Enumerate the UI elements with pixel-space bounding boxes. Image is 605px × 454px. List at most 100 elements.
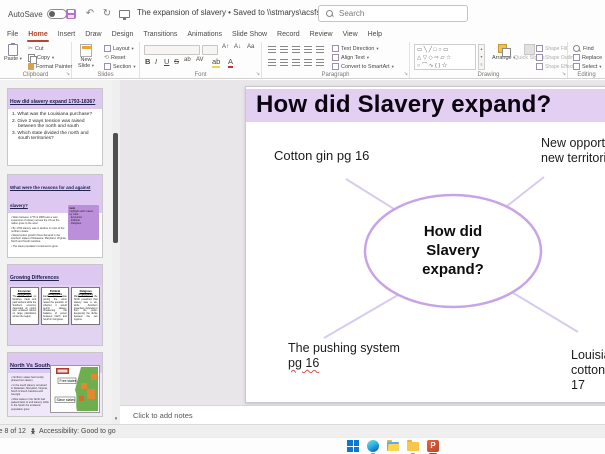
copy-button[interactable]: Copy ▾	[28, 54, 54, 64]
font-name-combo[interactable]	[144, 45, 200, 55]
dialog-launcher-icon[interactable]: ↘	[562, 71, 566, 77]
bold-button[interactable]: B	[145, 57, 150, 66]
thumbnail-slide-3[interactable]: Growing Differences Economic differences…	[7, 264, 103, 346]
autosave-toggle[interactable]	[46, 9, 67, 19]
select-button[interactable]: Select ▾	[573, 63, 602, 70]
thumbnail-slide-1[interactable]: How did slavery expand 1793-1836? 1. Wha…	[7, 88, 103, 166]
save-icon[interactable]	[66, 9, 76, 19]
numbered-list-icon[interactable]	[280, 46, 288, 53]
tab-slide-show[interactable]: Slide Show	[227, 28, 272, 42]
layout-button[interactable]: Layout ▾	[104, 45, 134, 52]
tab-record[interactable]: Record	[272, 28, 305, 42]
dialog-launcher-icon[interactable]: ↘	[256, 71, 260, 77]
tab-home[interactable]: Home	[23, 28, 52, 42]
shrink-font-button[interactable]: A↓	[234, 44, 241, 50]
format-painter-button[interactable]: Format Painter	[28, 63, 72, 70]
tab-view[interactable]: View	[338, 28, 363, 42]
align-center-icon[interactable]	[280, 59, 288, 66]
reset-button[interactable]: ⟲ Reset	[104, 54, 125, 62]
connector-line[interactable]	[506, 176, 545, 207]
shape-row[interactable]: ▭ ╲ ╱ □ ○ ▭	[417, 46, 473, 54]
node-louisiana[interactable]: Louisiana and the cotton kingdom pg 17	[571, 348, 605, 393]
group-paragraph: Text Direction ▾ Align Text ▾ Convert to…	[262, 42, 410, 78]
tab-review[interactable]: Review	[305, 28, 338, 42]
text-direction-button[interactable]: Text Direction ▾	[332, 45, 379, 52]
decrease-indent-icon[interactable]	[292, 46, 300, 53]
touch-mode-icon[interactable]	[119, 10, 130, 20]
thumbnail-scrollbar[interactable]	[112, 80, 120, 425]
tab-design[interactable]: Design	[107, 28, 139, 42]
shape-gallery-scroll[interactable]: ▴ ▾ ≡	[478, 44, 485, 70]
dialog-launcher-icon[interactable]: ↘	[66, 71, 70, 77]
thumbnail-slide-4[interactable]: North Vs South Northern states had mostl…	[7, 352, 103, 417]
accessibility-status[interactable]: Accessibility: Good to go	[30, 428, 116, 435]
align-left-icon[interactable]	[268, 59, 276, 66]
character-spacing-button[interactable]: AV	[196, 57, 204, 63]
paste-button[interactable]: Paste ▾	[4, 43, 22, 62]
font-color-button[interactable]: A	[228, 57, 234, 68]
justify-icon[interactable]	[304, 59, 312, 66]
search-input[interactable]: Search	[318, 5, 468, 22]
powerpoint-taskbar-button[interactable]: P	[426, 439, 440, 454]
convert-smartart-button[interactable]: Convert to SmartArt ▾	[332, 63, 394, 70]
task-box: task highlight each reason by color: - E…	[68, 205, 99, 240]
connector-line[interactable]	[323, 294, 399, 339]
tab-transitions[interactable]: Transitions	[138, 28, 182, 42]
shape-fill-button[interactable]: Shape Fill	[536, 45, 567, 52]
chevron-down-icon: ▾	[19, 56, 22, 61]
find-button[interactable]: Find	[573, 45, 594, 53]
thumbnail-scrollbar-thumb[interactable]	[113, 133, 118, 243]
undo-icon[interactable]: ↶	[84, 8, 96, 20]
shape-row[interactable]: ○ ⌒ ∿ { } ☆	[417, 62, 473, 69]
tab-insert[interactable]: Insert	[53, 28, 81, 42]
italic-button[interactable]: I	[155, 57, 157, 66]
node-new-opportunities[interactable]: New opportunities in new territories	[541, 136, 605, 166]
dialog-launcher-icon[interactable]: ↘	[404, 71, 408, 77]
new-slide-button[interactable]: New Slide ▾	[78, 44, 94, 69]
center-ellipse-text[interactable]: How did Slavery expand?	[365, 222, 541, 279]
shape-row[interactable]: △ ▽ ◇ ⇨ ▱ ☆	[417, 54, 473, 62]
increase-indent-icon[interactable]	[304, 46, 312, 53]
redo-icon[interactable]: ↻	[101, 8, 113, 20]
chevron-down-icon: ▾	[133, 63, 136, 69]
edge-browser-button[interactable]	[366, 439, 380, 454]
notes-pane[interactable]: Click to add notes	[120, 405, 605, 424]
section-button[interactable]: Section ▾	[104, 63, 136, 70]
chevron-down-icon: ▾	[131, 45, 134, 51]
align-right-icon[interactable]	[292, 59, 300, 66]
font-size-combo[interactable]	[202, 45, 218, 55]
line-spacing-icon[interactable]	[316, 46, 324, 53]
node-cotton-gin[interactable]: Cotton gin pg 16	[274, 148, 369, 163]
grow-font-button[interactable]: A↑	[222, 44, 229, 50]
tab-help[interactable]: Help	[363, 28, 387, 42]
scroll-down-arrow-icon[interactable]: ▾	[112, 415, 120, 424]
cut-button[interactable]: ✂ Cut	[28, 45, 44, 53]
start-button[interactable]	[346, 439, 360, 453]
change-case-button[interactable]: Aa	[247, 44, 254, 50]
tab-file[interactable]: File	[2, 28, 23, 42]
align-text-button[interactable]: Align Text ▾	[332, 54, 369, 61]
file-explorer-button[interactable]	[386, 439, 400, 453]
text-shadow-button[interactable]: ab	[184, 57, 191, 63]
document-title[interactable]: The expansion of slavery • Saved to \\st…	[137, 8, 346, 17]
tab-animations[interactable]: Animations	[182, 28, 227, 42]
strikethrough-button[interactable]: S	[174, 57, 179, 66]
columns-icon[interactable]	[316, 59, 324, 66]
tab-draw[interactable]: Draw	[80, 28, 106, 42]
bullet-list-icon[interactable]	[268, 46, 276, 53]
autosave-control[interactable]: AutoSave	[8, 9, 67, 19]
arrange-button[interactable]: Arrange ▾	[492, 44, 515, 61]
notes-placeholder[interactable]: Click to add notes	[133, 411, 193, 420]
thumbnail-slide-2[interactable]: What were the reasons for and against sl…	[7, 174, 103, 258]
folder-button[interactable]	[406, 439, 420, 454]
replace-button[interactable]: Replace	[573, 54, 602, 61]
highlight-button[interactable]: ab	[212, 57, 221, 68]
connector-line[interactable]	[509, 290, 579, 333]
node-line: The pushing system	[288, 341, 400, 355]
connector-line[interactable]	[345, 178, 400, 213]
current-slide[interactable]: How did Slavery expand? How did Slavery …	[245, 86, 605, 403]
underline-button[interactable]: U	[164, 57, 169, 66]
edge-icon	[367, 440, 379, 452]
shape-gallery[interactable]: ▭ ╲ ╱ □ ○ ▭ △ ▽ ◇ ⇨ ▱ ☆ ○ ⌒ ∿ { } ☆	[414, 44, 476, 70]
node-pushing-system[interactable]: The pushing system pg 16	[288, 341, 400, 371]
